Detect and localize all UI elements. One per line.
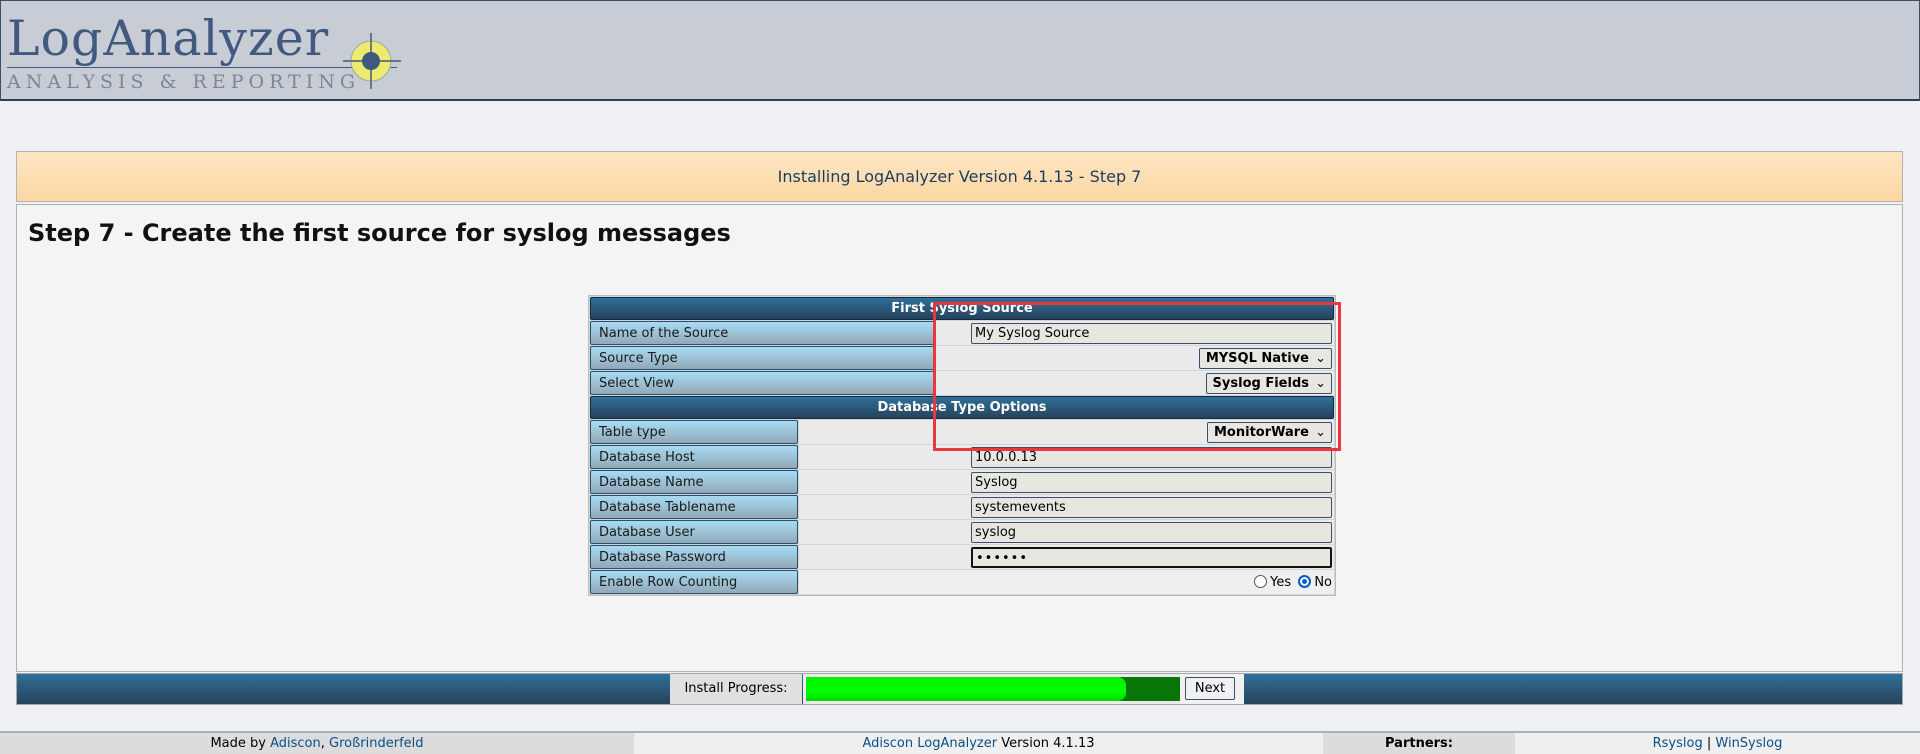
progress-fill xyxy=(806,677,1127,701)
crosshair-icon xyxy=(343,33,401,89)
select-view-label: Select View xyxy=(590,371,935,395)
footer-made-by: Made by Adiscon, Großrinderfeld xyxy=(0,733,634,754)
db-user-input[interactable]: syslog xyxy=(971,521,1332,543)
adiscon-link[interactable]: Adiscon xyxy=(270,736,321,751)
db-tablename-label: Database Tablename xyxy=(590,495,798,519)
source-type-label: Source Type xyxy=(590,346,935,370)
city-link[interactable]: Großrinderfeld xyxy=(329,736,424,751)
partners-label: Partners: xyxy=(1323,733,1515,754)
install-progress-label: Install Progress: xyxy=(670,674,802,704)
next-button[interactable]: Next xyxy=(1185,677,1235,700)
footer-partners: Rsyslog | WinSyslog xyxy=(1515,733,1920,754)
db-host-label: Database Host xyxy=(590,445,798,469)
table-type-label: Table type xyxy=(590,420,798,444)
db-user-label: Database User xyxy=(590,520,798,544)
row-counting-yes-radio[interactable] xyxy=(1254,574,1268,588)
db-name-input[interactable]: Syslog xyxy=(971,471,1332,493)
progress-bar-row: Install Progress: Next xyxy=(16,673,1903,705)
logo-title: LogAnalyzer xyxy=(7,10,330,67)
logo-subtitle: ANALYSIS & REPORTING xyxy=(7,71,361,93)
loganalyzer-link[interactable]: Adiscon LogAnalyzer xyxy=(862,736,997,751)
install-title-bar: Installing LogAnalyzer Version 4.1.13 - … xyxy=(16,151,1903,202)
db-tablename-input[interactable]: systemevents xyxy=(971,496,1332,518)
yes-label: Yes xyxy=(1270,574,1292,590)
install-progress-bar xyxy=(806,677,1192,701)
highlight-box xyxy=(933,302,1341,451)
db-name-label: Database Name xyxy=(590,470,798,494)
row-counting-label: Enable Row Counting xyxy=(590,570,798,594)
footer-version: Adiscon LogAnalyzer Version 4.1.13 xyxy=(634,733,1323,754)
name-label: Name of the Source xyxy=(590,321,935,345)
loganalyzer-logo[interactable]: LogAnalyzer ANALYSIS & REPORTING xyxy=(7,10,407,93)
app-header: LogAnalyzer ANALYSIS & REPORTING xyxy=(0,0,1920,101)
no-label: No xyxy=(1314,574,1332,590)
winsyslog-link[interactable]: WinSyslog xyxy=(1715,736,1782,751)
footer: Made by Adiscon, Großrinderfeld Adiscon … xyxy=(0,731,1920,754)
page-title: Step 7 - Create the first source for sys… xyxy=(28,219,731,247)
rsyslog-link[interactable]: Rsyslog xyxy=(1653,736,1703,751)
db-password-input[interactable]: •••••• xyxy=(971,546,1332,568)
row-counting-no-radio[interactable] xyxy=(1298,574,1312,588)
db-password-label: Database Password xyxy=(590,545,798,569)
